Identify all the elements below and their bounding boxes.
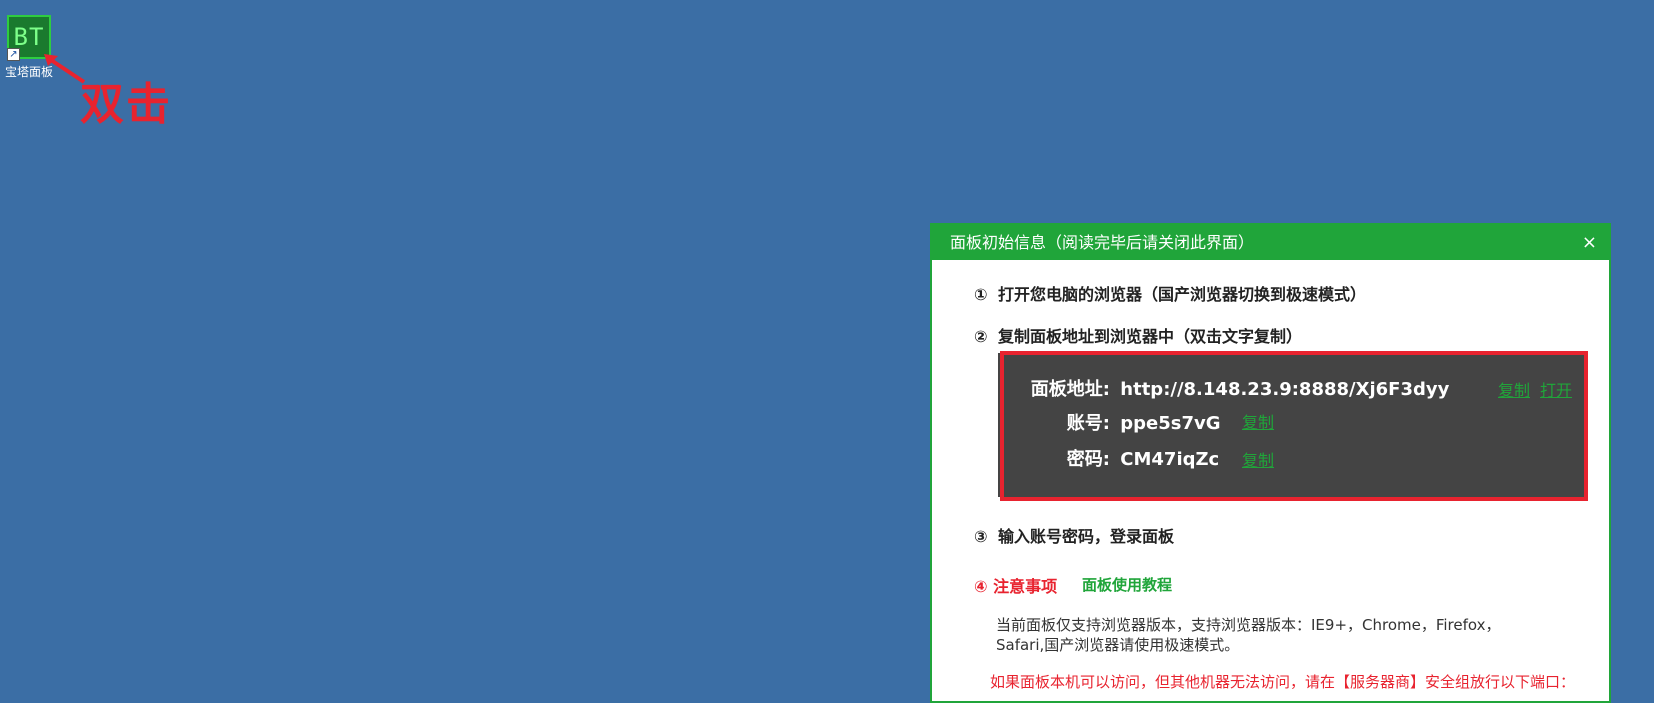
close-icon[interactable]: × — [1582, 225, 1597, 260]
shortcut-arrow-icon: ↗ — [7, 48, 20, 61]
step-4: ④ 注意事项 — [974, 573, 1057, 597]
panel-info-dialog: 面板初始信息（阅读完毕后请关闭此界面） × ① 打开您电脑的浏览器（国产浏览器切换… — [930, 223, 1611, 703]
step-1-text: 打开您电脑的浏览器（国产浏览器切换到极速模式） — [998, 285, 1367, 304]
password-value[interactable]: CM47iqZc — [1120, 449, 1219, 470]
step-1-number: ① — [974, 285, 988, 304]
step-4-text: 注意事项 — [993, 577, 1058, 596]
step-2-text: 复制面板地址到浏览器中（双击文字复制） — [998, 327, 1303, 346]
browser-note: 当前面板仅支持浏览器版本，支持浏览器版本：IE9+，Chrome，Firefox… — [996, 615, 1556, 655]
open-address-link[interactable]: 打开 — [1540, 377, 1572, 401]
dialog-title-bar: 面板初始信息（阅读完毕后请关闭此界面） × — [932, 225, 1609, 260]
password-label: 密码: — [1066, 449, 1110, 470]
account-row: 账号: ppe5s7vG — [1022, 409, 1221, 435]
browser-note-line-1: 当前面板仅支持浏览器版本，支持浏览器版本：IE9+，Chrome，Firefox… — [996, 616, 1501, 634]
address-label: 面板地址: — [1030, 379, 1110, 400]
step-3-text: 输入账号密码，登录面板 — [998, 527, 1175, 546]
step-2: ② 复制面板地址到浏览器中（双击文字复制） — [974, 323, 1302, 347]
copy-password-link[interactable]: 复制 — [1242, 447, 1274, 471]
browser-note-line-2: Safari,国产浏览器请使用极速模式。 — [996, 636, 1240, 654]
copy-address-link[interactable]: 复制 — [1498, 377, 1530, 401]
password-row: 密码: CM47iqZc — [1022, 445, 1219, 471]
step-3-number: ③ — [974, 527, 988, 546]
account-value[interactable]: ppe5s7vG — [1120, 413, 1220, 434]
double-click-annotation: 双击 — [80, 79, 172, 130]
firewall-warning: 如果面板本机可以访问，但其他机器无法访问，请在【服务器商】安全组放行以下端口： — [990, 673, 1576, 691]
step-4-number: ④ — [974, 577, 988, 596]
account-label: 账号: — [1066, 413, 1110, 434]
dialog-title: 面板初始信息（阅读完毕后请关闭此界面） — [950, 233, 1255, 252]
step-2-number: ② — [974, 327, 988, 346]
address-value[interactable]: http://8.148.23.9:8888/Xj6F3dyy — [1120, 379, 1449, 400]
step-1: ① 打开您电脑的浏览器（国产浏览器切换到极速模式） — [974, 281, 1366, 305]
address-row: 面板地址: http://8.148.23.9:8888/Xj6F3dyy — [1022, 375, 1450, 401]
tutorial-link[interactable]: 面板使用教程 — [1082, 574, 1172, 595]
copy-account-link[interactable]: 复制 — [1242, 409, 1274, 433]
step-3: ③ 输入账号密码，登录面板 — [974, 523, 1174, 547]
